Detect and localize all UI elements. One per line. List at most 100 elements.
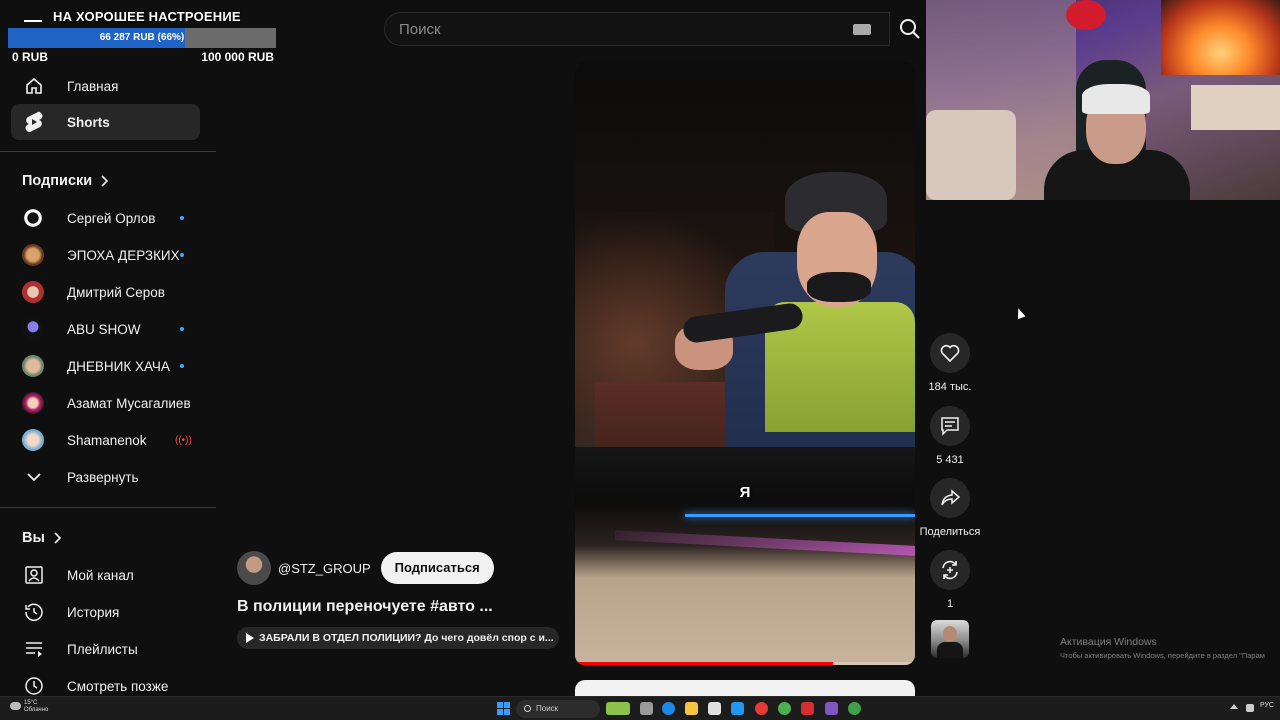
chevron-right-icon <box>54 532 61 544</box>
subscriptions-header[interactable]: Подписки <box>22 173 109 189</box>
task-view-icon[interactable] <box>640 702 653 715</box>
taskbar-search-label: Поиск <box>536 704 559 713</box>
video-subtitle: Я <box>739 484 751 501</box>
avatar <box>22 318 44 340</box>
subscriptions-header-label: Подписки <box>22 173 93 189</box>
you-header[interactable]: Вы <box>22 530 61 546</box>
play-icon <box>246 633 254 643</box>
taskbar-search[interactable]: Поиск <box>516 700 600 718</box>
streamer-webcam <box>926 0 1280 200</box>
channel-row: @STZ_GROUP Подписаться <box>237 551 494 585</box>
start-button[interactable] <box>497 702 510 715</box>
sidebar-item-label: Смотреть позже <box>67 678 169 694</box>
cloud-icon <box>10 702 21 710</box>
sidebar-sub-abu-show[interactable]: ABU SHOW <box>11 311 200 347</box>
webcam-sofa <box>926 110 1016 200</box>
sidebar-sub-dnevnik-hacha[interactable]: ДНЕВНИК ХАЧА <box>11 348 200 384</box>
channel-handle[interactable]: @STZ_GROUP <box>278 561 371 576</box>
tray-chevron-icon[interactable] <box>1230 704 1238 709</box>
windows-logo-tile <box>504 702 510 708</box>
comments-button[interactable] <box>930 406 970 446</box>
channel-thumbnail[interactable] <box>931 620 969 658</box>
subscription-label: Сергей Орлов <box>67 210 156 226</box>
sidebar-sub-epoha-derzkih[interactable]: ЭПОХА ДЕРЗКИХ <box>11 237 200 273</box>
sidebar-item-playlists[interactable]: Плейлисты <box>11 631 200 667</box>
new-content-dot <box>180 364 184 368</box>
sidebar-item-label: Мой канал <box>67 567 134 583</box>
sidebar-sub-dmitry-serov[interactable]: Дмитрий Серов <box>11 274 200 310</box>
subscription-label: Азамат Мусагалиев <box>67 395 191 411</box>
mail-icon[interactable] <box>731 702 744 715</box>
obs-icon[interactable] <box>825 702 838 715</box>
webcam-streamer-cap <box>1082 84 1150 114</box>
home-icon <box>23 75 45 97</box>
file-explorer-icon[interactable] <box>685 702 698 715</box>
remix-action: 1 <box>915 550 985 610</box>
app-icon[interactable] <box>801 702 814 715</box>
video-progress-bar[interactable] <box>575 662 915 665</box>
avatar <box>22 244 44 266</box>
weather-widget[interactable]: 15°C Облачно <box>10 700 48 714</box>
video-frame-car-door <box>575 447 915 665</box>
webcam-fireplace-screen <box>1161 0 1280 75</box>
keyboard-language[interactable]: РУС <box>1260 702 1274 709</box>
sidebar-item-shorts[interactable]: Shorts <box>11 104 200 140</box>
avatar <box>22 429 44 451</box>
yandex-browser-icon[interactable] <box>755 702 768 715</box>
sidebar-item-my-channel[interactable]: Мой канал <box>11 557 200 593</box>
sidebar-sub-azamat-musagaliev[interactable]: Азамат Мусагалиев <box>11 385 200 421</box>
store-icon[interactable] <box>708 702 721 715</box>
divider <box>0 151 216 152</box>
share-button[interactable] <box>930 478 970 518</box>
chrome-icon[interactable] <box>778 702 791 715</box>
chrome-icon-2[interactable] <box>848 702 861 715</box>
share-icon <box>941 489 960 506</box>
sidebar: Главная Shorts Подписки Сергей Орлов ЭПО… <box>0 66 216 696</box>
related-video-text: ЗАБРАЛИ В ОТДЕЛ ПОЛИЦИИ? До чего довёл с… <box>259 632 554 644</box>
live-icon: ((•)) <box>175 434 192 446</box>
channel-avatar[interactable] <box>237 551 271 585</box>
video-frame-mask <box>807 272 871 302</box>
weather-temp: 15°C <box>24 700 38 706</box>
sidebar-item-home[interactable]: Главная <box>11 68 200 104</box>
avatar <box>22 355 44 377</box>
donation-title: НА ХОРОШЕЕ НАСТРОЕНИЕ <box>53 9 241 24</box>
subscription-label: ДНЕВНИК ХАЧА <box>67 358 170 374</box>
sidebar-sub-sergey-orlov[interactable]: Сергей Орлов <box>11 200 200 236</box>
shorts-video-player[interactable]: Я <box>575 62 915 665</box>
network-icon[interactable] <box>1246 704 1254 712</box>
taskbar-widget-icon[interactable] <box>606 702 630 715</box>
sidebar-sub-shamanenok[interactable]: Shamanenok ((•)) <box>11 422 200 458</box>
mouse-cursor-icon <box>1014 306 1026 320</box>
edge-browser-icon[interactable] <box>662 702 675 715</box>
search-input[interactable] <box>399 13 839 45</box>
remix-button[interactable] <box>930 550 970 590</box>
subscription-label: Дмитрий Серов <box>67 284 165 300</box>
windows-taskbar: 15°C Облачно Поиск РУС <box>0 696 1280 720</box>
clock-icon <box>23 675 45 697</box>
playlists-icon <box>23 638 45 660</box>
search-button[interactable] <box>893 12 927 46</box>
divider <box>0 507 216 508</box>
keyboard-icon[interactable] <box>853 24 871 35</box>
subscribe-button[interactable]: Подписаться <box>380 552 494 584</box>
share-action: Поделиться <box>915 478 985 538</box>
sidebar-item-history[interactable]: История <box>11 594 200 630</box>
new-content-dot <box>180 327 184 331</box>
sidebar-item-label: Главная <box>67 78 119 94</box>
heart-icon <box>940 344 960 362</box>
like-button[interactable] <box>930 333 970 373</box>
sidebar-expand[interactable]: Развернуть <box>11 459 200 495</box>
chevron-down-icon <box>23 466 45 488</box>
related-video-link[interactable]: ЗАБРАЛИ В ОТДЕЛ ПОЛИЦИИ? До чего довёл с… <box>237 627 559 649</box>
person-box-icon <box>23 564 45 586</box>
chevron-right-icon <box>101 175 109 187</box>
avatar <box>22 207 44 229</box>
channel-thumbnail-shirt <box>937 642 963 658</box>
search-icon <box>900 19 920 39</box>
search-box <box>384 12 890 46</box>
sidebar-item-label: История <box>67 604 120 620</box>
avatar <box>22 392 44 414</box>
video-title[interactable]: В полиции переночуете #авто ... <box>237 598 493 616</box>
watermark-title: Активация Windows <box>1060 636 1157 648</box>
